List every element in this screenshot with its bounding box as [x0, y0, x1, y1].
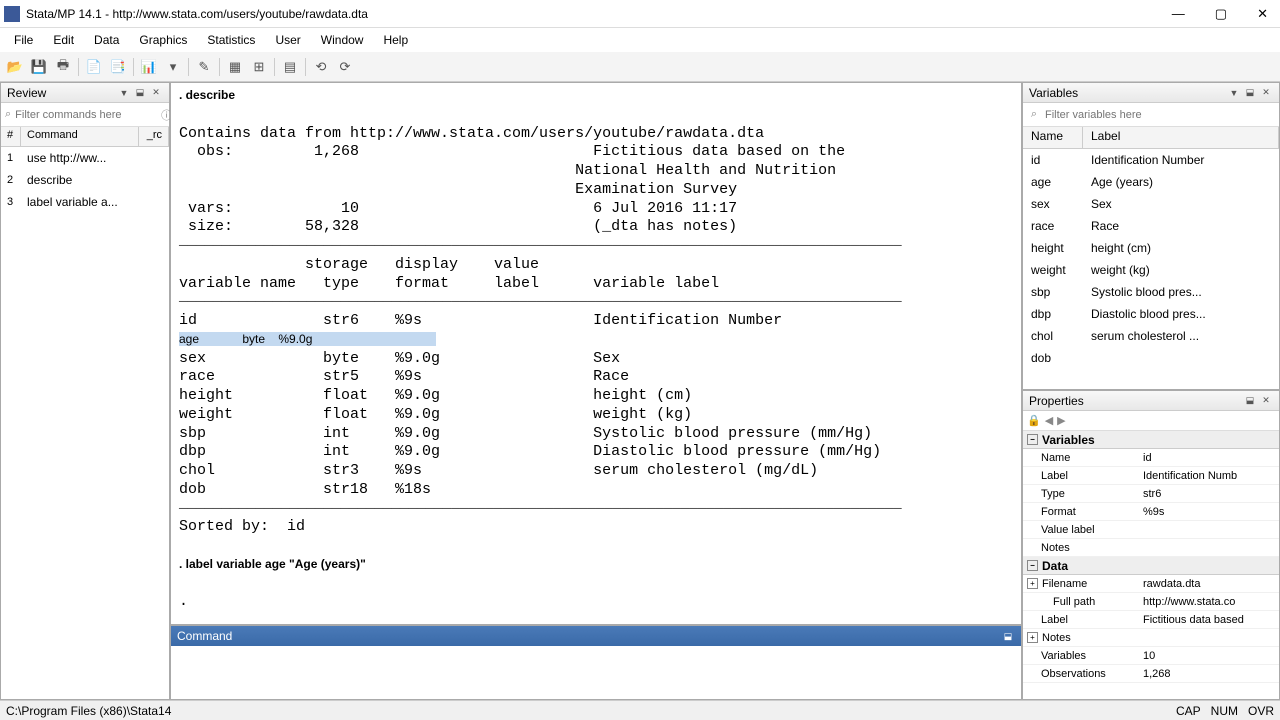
menu-statistics[interactable]: Statistics — [197, 31, 265, 49]
vars-pin-icon[interactable]: ⬓ — [1243, 86, 1257, 100]
property-row[interactable]: LabelIdentification Numb — [1023, 467, 1279, 485]
command-panel: Command ⬓ — [170, 625, 1022, 700]
filter-icon: ⌕ — [1027, 108, 1041, 122]
command-pin-icon[interactable]: ⬓ — [1001, 629, 1015, 643]
menu-file[interactable]: File — [4, 31, 43, 49]
property-row[interactable]: Full pathhttp://www.stata.co — [1023, 593, 1279, 611]
property-row[interactable]: Notes — [1023, 539, 1279, 557]
property-row[interactable]: Typestr6 — [1023, 485, 1279, 503]
vars-filter-toggle-icon[interactable]: ▼ — [1227, 86, 1241, 100]
variable-row[interactable]: sexSex — [1023, 193, 1279, 215]
statusbar-path: C:\Program Files (x86)\Stata14 — [6, 704, 1166, 718]
variable-row[interactable]: weightweight (kg) — [1023, 259, 1279, 281]
property-row[interactable]: Variables10 — [1023, 647, 1279, 665]
props-pin-icon[interactable]: ⬓ — [1243, 394, 1257, 408]
property-row[interactable]: +Notes — [1023, 629, 1279, 647]
variable-row[interactable]: dob — [1023, 347, 1279, 369]
vars-col-name: Name — [1023, 127, 1083, 148]
property-row[interactable]: LabelFictitious data based — [1023, 611, 1279, 629]
status-num: NUM — [1211, 704, 1238, 718]
review-row[interactable]: 1use http://ww... — [1, 147, 169, 169]
variables-filter-input[interactable] — [1045, 109, 1275, 121]
variable-row[interactable]: raceRace — [1023, 215, 1279, 237]
data-browser-icon[interactable]: ⊞ — [248, 56, 270, 78]
review-close-icon[interactable]: ✕ — [149, 86, 163, 100]
data-editor-icon[interactable]: ▦ — [224, 56, 246, 78]
property-row[interactable]: Nameid — [1023, 449, 1279, 467]
variable-row[interactable]: dbpDiastolic blood pres... — [1023, 303, 1279, 325]
more-icon[interactable]: ⟳ — [334, 56, 356, 78]
filter-icon: ⌕ — [5, 108, 11, 122]
properties-title: Properties — [1029, 394, 1241, 408]
variable-row[interactable]: heightheight (cm) — [1023, 237, 1279, 259]
variable-row[interactable]: ageAge (years) — [1023, 171, 1279, 193]
dropdown-icon[interactable]: ▾ — [162, 56, 184, 78]
variables-title: Variables — [1029, 86, 1225, 100]
log-icon[interactable]: 📄 — [83, 56, 105, 78]
review-panel: Review ▼ ⬓ ✕ ⌕ ⓘ # Command _rc 1use http… — [0, 82, 170, 700]
command-input[interactable] — [171, 646, 1021, 699]
vars-col-label: Label — [1083, 127, 1279, 148]
open-icon[interactable]: 📂 — [4, 56, 26, 78]
command-title: Command — [177, 629, 999, 643]
props-vars-section: Variables — [1042, 433, 1095, 447]
maximize-button[interactable]: ▢ — [1207, 4, 1235, 24]
statusbar: C:\Program Files (x86)\Stata14 CAP NUM OVR — [0, 700, 1280, 720]
viewer-icon[interactable]: 📑 — [107, 56, 129, 78]
props-close-icon[interactable]: ✕ — [1259, 394, 1273, 408]
minimize-button[interactable]: — — [1164, 4, 1193, 24]
status-cap: CAP — [1176, 704, 1201, 718]
menu-window[interactable]: Window — [311, 31, 374, 49]
menubar: FileEditDataGraphicsStatisticsUserWindow… — [0, 28, 1280, 52]
variable-row[interactable]: cholserum cholesterol ... — [1023, 325, 1279, 347]
props-data-section: Data — [1042, 559, 1068, 573]
variables-manager-icon[interactable]: ▤ — [279, 56, 301, 78]
review-pin-icon[interactable]: ⬓ — [133, 86, 147, 100]
close-button[interactable]: ✕ — [1249, 4, 1276, 24]
results-panel[interactable]: . describe Contains data from http://www… — [170, 82, 1022, 625]
status-ovr: OVR — [1248, 704, 1274, 718]
graph-icon[interactable]: 📊 — [138, 56, 160, 78]
titlebar: Stata/MP 14.1 - http://www.stata.com/use… — [0, 0, 1280, 28]
collapse-icon[interactable]: − — [1027, 560, 1038, 571]
menu-edit[interactable]: Edit — [43, 31, 84, 49]
review-filter-toggle-icon[interactable]: ▼ — [117, 86, 131, 100]
menu-graphics[interactable]: Graphics — [129, 31, 197, 49]
review-col-cmd: Command — [21, 127, 139, 146]
properties-panel: Properties ⬓ ✕ 🔒 ◀ ▶ − Variables NameidL… — [1022, 390, 1280, 700]
next-icon[interactable]: ▶ — [1057, 414, 1065, 427]
property-row[interactable]: +Filenamerawdata.dta — [1023, 575, 1279, 593]
toolbar: 📂 💾 🖶 📄 📑 📊 ▾ ✎ ▦ ⊞ ▤ ⟲ ⟳ — [0, 52, 1280, 82]
property-row[interactable]: Format%9s — [1023, 503, 1279, 521]
property-row[interactable]: Observations1,268 — [1023, 665, 1279, 683]
window-title: Stata/MP 14.1 - http://www.stata.com/use… — [26, 7, 1164, 21]
vars-close-icon[interactable]: ✕ — [1259, 86, 1273, 100]
collapse-icon[interactable]: − — [1027, 434, 1038, 445]
variable-row[interactable]: idIdentification Number — [1023, 149, 1279, 171]
review-row[interactable]: 2describe — [1, 169, 169, 191]
variable-row[interactable]: sbpSystolic blood pres... — [1023, 281, 1279, 303]
lock-icon[interactable]: 🔒 — [1027, 414, 1041, 427]
save-icon[interactable]: 💾 — [28, 56, 50, 78]
menu-help[interactable]: Help — [373, 31, 418, 49]
review-col-num: # — [1, 127, 21, 146]
variables-panel: Variables ▼ ⬓ ✕ ⌕ Name Label idIdentific… — [1022, 82, 1280, 390]
menu-data[interactable]: Data — [84, 31, 129, 49]
print-icon[interactable]: 🖶 — [52, 56, 74, 78]
prev-icon[interactable]: ◀ — [1045, 414, 1053, 427]
menu-user[interactable]: User — [265, 31, 310, 49]
review-filter-input[interactable] — [15, 109, 157, 121]
review-col-rc: _rc — [139, 127, 169, 146]
review-title: Review — [7, 86, 115, 100]
do-editor-icon[interactable]: ✎ — [193, 56, 215, 78]
review-row[interactable]: 3label variable a... — [1, 191, 169, 213]
property-row[interactable]: Value label — [1023, 521, 1279, 539]
app-icon — [4, 6, 20, 22]
break-icon[interactable]: ⟲ — [310, 56, 332, 78]
